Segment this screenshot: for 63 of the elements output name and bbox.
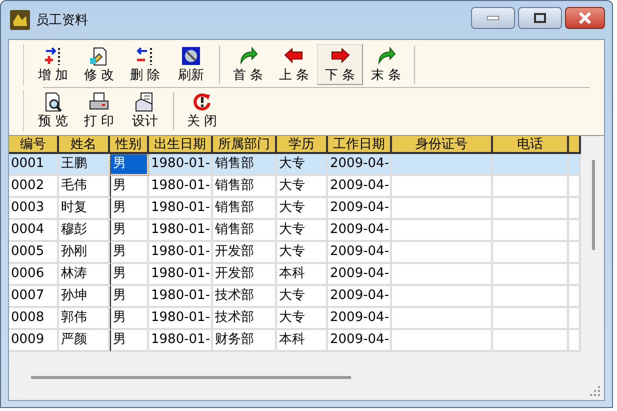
maximize-icon [534, 13, 546, 23]
maximize-button[interactable] [518, 7, 562, 29]
curved-arrow-icon [238, 46, 258, 66]
column-header[interactable]: 所属部门 [213, 136, 277, 154]
table-row[interactable]: 0005 孙刚 男 1980-01- 开发部 大专 2009-04- [9, 242, 581, 264]
table-cell: 2009-04- [328, 330, 392, 352]
edit-button[interactable]: 修 改 [76, 44, 122, 85]
table-row[interactable]: 0001 王鹏 男 1980-01- 销售部 大专 2009-04- [9, 154, 581, 176]
curved-arrow-icon [376, 46, 396, 66]
table-cell: 男 [110, 330, 149, 352]
table-row[interactable]: 0002 毛伟 男 1980-01- 销售部 大专 2009-04- [9, 176, 581, 198]
column-header[interactable]: 电话 [493, 136, 569, 154]
refresh-icon [181, 46, 201, 66]
column-header[interactable]: 性别 [110, 136, 149, 154]
refresh-button[interactable]: 刷新 [168, 44, 214, 85]
table-row[interactable]: 0008 郭伟 男 1980-01- 技术部 大专 2009-04- [9, 308, 581, 330]
table-row[interactable]: 0006 林涛 男 1980-01- 开发部 本科 2009-04- [9, 264, 581, 286]
close-button[interactable]: 关 闭 [179, 90, 225, 131]
document-icon [135, 92, 155, 112]
printer-icon [89, 92, 109, 112]
last-button[interactable]: 末 条 [363, 44, 409, 85]
vertical-scrollbar[interactable] [592, 160, 595, 250]
add-button[interactable]: 增 加 [30, 44, 76, 85]
print-button[interactable]: 打 印 [76, 90, 122, 131]
column-header[interactable] [569, 136, 581, 154]
table-cell [569, 330, 581, 352]
design-button[interactable]: 设计 [122, 90, 168, 131]
minimize-icon [487, 16, 499, 20]
column-header[interactable]: 学历 [277, 136, 328, 154]
column-header[interactable]: 身份证号 [392, 136, 493, 154]
column-header[interactable]: 编号 [9, 136, 59, 154]
table-row[interactable]: 0004 穆彭 男 1980-01- 销售部 大专 2009-04- [9, 220, 581, 242]
next-button[interactable]: 下 条 [317, 44, 363, 85]
edit-icon [89, 46, 109, 66]
table-row[interactable]: 0009 严颜 男 1980-01- 财务部 本科 2009-04- [9, 330, 581, 352]
table-cell: 严颜 [59, 330, 110, 352]
table-row[interactable]: 0003 时复 男 1980-01- 销售部 大专 2009-04- [9, 198, 581, 220]
add-icon [43, 46, 63, 66]
table-cell: 财务部 [213, 330, 277, 352]
horizontal-scrollbar[interactable] [31, 376, 351, 379]
close-icon [192, 92, 212, 112]
column-header[interactable]: 工作日期 [328, 136, 392, 154]
column-header[interactable]: 出生日期 [149, 136, 213, 154]
window-title: 员工资料 [36, 12, 88, 29]
first-button[interactable]: 首 条 [225, 44, 271, 85]
left-arrow-icon [284, 46, 304, 66]
preview-button[interactable]: 预 览 [30, 90, 76, 131]
table-cell: 本科 [277, 330, 328, 352]
close-button[interactable] [565, 7, 605, 29]
app-icon [10, 10, 30, 30]
delete-button[interactable]: 删 除 [122, 44, 168, 85]
resize-grip-icon [590, 386, 600, 396]
table-cell: 1980-01- [149, 330, 213, 352]
table-cell: 0009 [9, 330, 59, 352]
table-row[interactable]: 0007 孙坤 男 1980-01- 技术部 大专 2009-04- [9, 286, 581, 308]
delete-icon [135, 46, 155, 66]
column-header[interactable]: 姓名 [59, 136, 110, 154]
preview-icon [43, 92, 63, 112]
minimize-button[interactable] [471, 7, 515, 29]
right-arrow-icon [330, 46, 350, 66]
close-icon [578, 12, 592, 24]
prev-button[interactable]: 上 条 [271, 44, 317, 85]
table-cell: 男 [110, 154, 149, 176]
